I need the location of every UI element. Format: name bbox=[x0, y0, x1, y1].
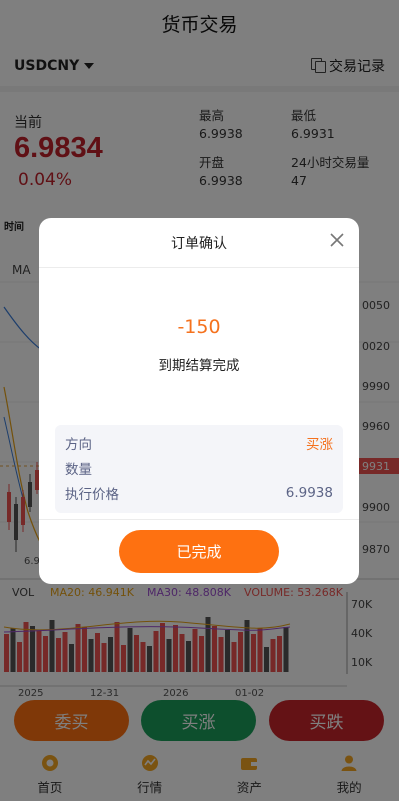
dialog-title: 订单确认 bbox=[39, 218, 359, 268]
detail-row-direction: 方向 买涨 bbox=[65, 430, 333, 455]
order-details: 方向 买涨 数量 执行价格 6.9938 bbox=[55, 425, 343, 513]
dialog-divider bbox=[39, 519, 359, 520]
close-icon[interactable] bbox=[329, 232, 345, 248]
profit-amount: -150 bbox=[177, 316, 221, 338]
direction-label: 方向 bbox=[65, 436, 92, 453]
order-confirm-dialog: 订单确认 -150 到期结算完成 方向 买涨 数量 执行价格 6.9938 已完… bbox=[39, 218, 359, 584]
detail-row-exec-price: 执行价格 6.9938 bbox=[65, 480, 333, 505]
quantity-label: 数量 bbox=[65, 461, 92, 478]
exec-price-label: 执行价格 bbox=[65, 486, 119, 503]
exec-price-value: 6.9938 bbox=[285, 484, 333, 501]
settlement-status: 到期结算完成 bbox=[158, 358, 240, 374]
direction-value: 买涨 bbox=[306, 436, 333, 453]
done-button[interactable]: 已完成 bbox=[119, 530, 279, 573]
detail-row-quantity: 数量 bbox=[65, 455, 333, 480]
